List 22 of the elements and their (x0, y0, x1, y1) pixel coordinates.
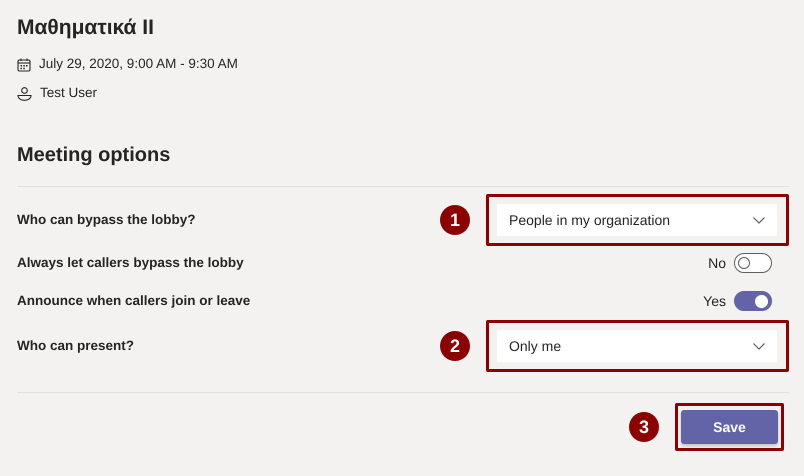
callout-number: 3 (629, 412, 659, 442)
organizer-name: Test User (40, 84, 98, 102)
toggle-switch[interactable] (734, 253, 772, 273)
section-title: Meeting options (17, 143, 172, 168)
calendar-icon (17, 58, 31, 72)
meeting-time: July 29, 2020, 9:00 AM - 9:30 AM (39, 55, 238, 74)
meeting-title: Μαθηματικά II (17, 15, 155, 41)
toggle-switch[interactable] (734, 291, 772, 311)
option-label: Who can bypass the lobby? (17, 210, 197, 229)
option-label: Always let callers bypass the lobby (17, 254, 245, 272)
toggle-state-text: Yes (703, 292, 726, 310)
chevron-down-icon (753, 342, 765, 350)
dropdown[interactable]: People in my organization (497, 204, 777, 236)
save-button[interactable]: Save (681, 410, 778, 444)
callout-number: 1 (440, 205, 470, 235)
option-label: Who can present? (17, 336, 136, 355)
option-label: Announce when callers join or leave (17, 292, 252, 310)
toggle-state-text: No (708, 254, 726, 272)
dropdown[interactable]: Only me (497, 330, 777, 362)
person-icon (17, 86, 32, 100)
callout-number: 2 (440, 331, 470, 361)
chevron-down-icon (753, 216, 765, 224)
